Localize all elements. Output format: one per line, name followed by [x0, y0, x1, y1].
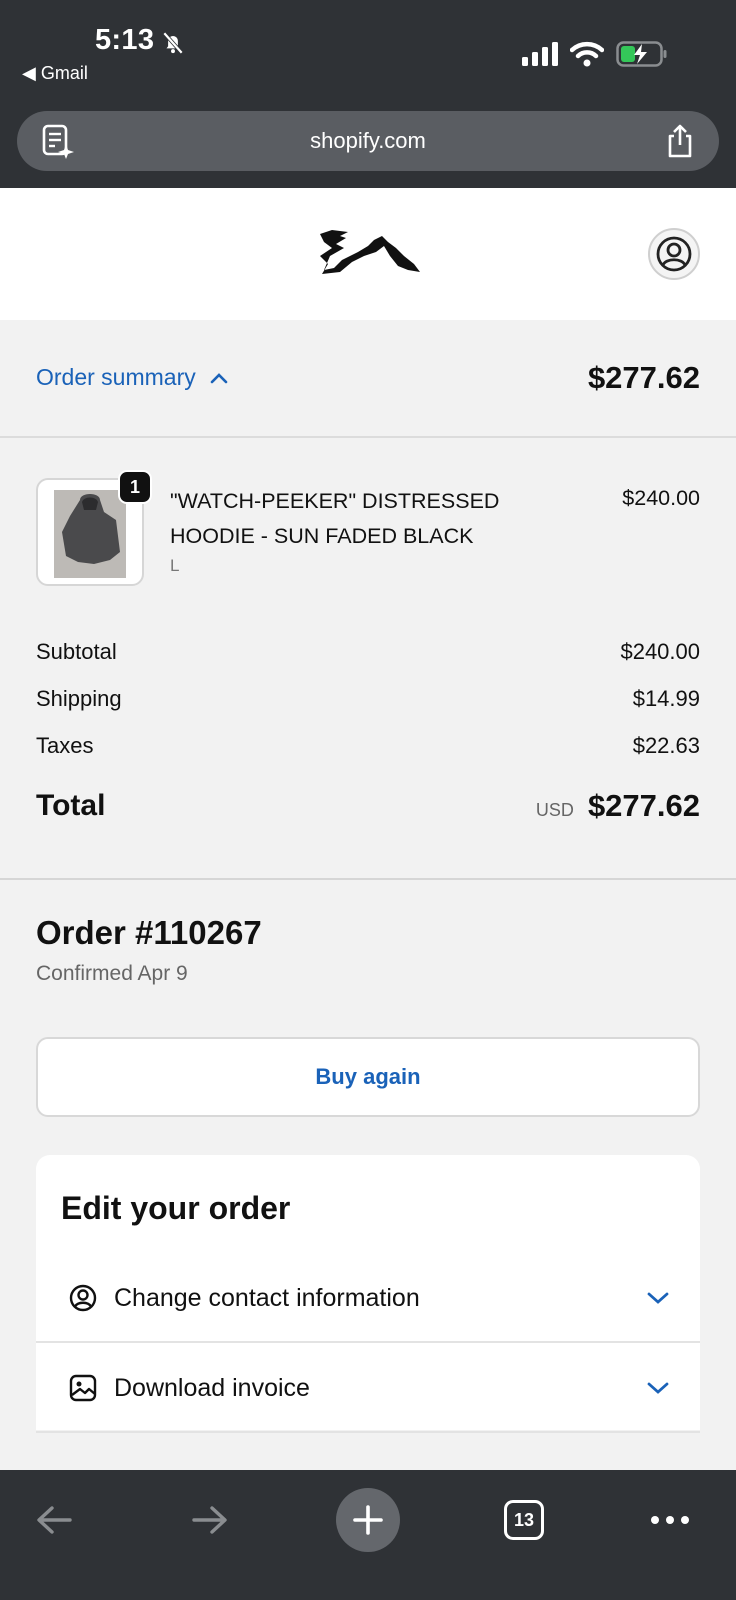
more-button[interactable] [640, 1490, 700, 1550]
image-icon [69, 1374, 97, 1402]
product-title: "WATCH-PEEKER" DISTRESSED HOODIE - SUN F… [170, 489, 500, 548]
forward-button[interactable] [180, 1490, 240, 1550]
total-value: $277.62 [587, 788, 700, 823]
quantity-badge: 1 [118, 470, 152, 504]
account-icon [656, 236, 692, 272]
shipping-label: Shipping [36, 685, 122, 711]
download-invoice-row[interactable]: Download invoice [36, 1345, 700, 1433]
arrow-left-icon [37, 1506, 72, 1534]
order-number: Order #110267 [36, 914, 262, 951]
browser-chrome: 5:13 ◀ Gmail shopify.com [0, 0, 736, 188]
taxes-value: $22.63 [632, 732, 700, 758]
product-variant: L [170, 556, 180, 575]
wifi-icon [570, 41, 604, 67]
chevron-down-icon [647, 1382, 669, 1394]
product-image [54, 490, 126, 578]
order-summary-header: Order summary $277.62 [0, 320, 736, 438]
battery-charging-icon [616, 41, 667, 67]
plus-icon [353, 1505, 383, 1535]
browser-toolbar: 13 [0, 1470, 736, 1600]
shipping-row: Shipping $14.99 [36, 675, 700, 722]
edit-order-title: Edit your order [61, 1190, 291, 1226]
chevron-down-icon [647, 1292, 669, 1304]
status-time: 5:13 [95, 24, 155, 56]
back-to-app-link[interactable]: ◀ Gmail [22, 63, 88, 84]
silent-bell-icon [162, 31, 184, 55]
user-circle-icon [69, 1284, 97, 1312]
edit-order-card: Edit your order Change contact informati… [36, 1155, 700, 1433]
change-contact-information-row[interactable]: Change contact information [36, 1255, 700, 1343]
cellular-signal-icon [522, 42, 558, 66]
chevron-up-icon [210, 372, 228, 383]
subtotal-row: Subtotal $240.00 [36, 628, 700, 675]
store-header [0, 188, 736, 320]
cost-breakdown: Subtotal $240.00 Shipping $14.99 Taxes $… [36, 628, 700, 769]
currency-code: USD [535, 800, 574, 820]
product-price: $240.00 [622, 486, 700, 510]
line-item: 1 "WATCH-PEEKER" DISTRESSED HOODIE - SUN… [0, 470, 736, 590]
tab-count: 13 [504, 1500, 544, 1540]
share-icon[interactable] [665, 123, 695, 159]
section-divider [0, 878, 736, 880]
new-tab-button[interactable] [336, 1488, 400, 1552]
taxes-label: Taxes [36, 732, 94, 758]
order-confirmed-date: Confirmed Apr 9 [36, 962, 188, 985]
arrow-right-icon [192, 1506, 227, 1534]
order-summary-label: Order summary [36, 364, 196, 390]
subtotal-value: $240.00 [620, 638, 700, 664]
url-text: shopify.com [310, 128, 426, 153]
buy-again-button[interactable]: Buy again [36, 1037, 700, 1117]
total-label: Total [36, 789, 106, 822]
download-invoice-label: Download invoice [114, 1373, 310, 1402]
account-button[interactable] [648, 228, 700, 280]
taxes-row: Taxes $22.63 [36, 722, 700, 769]
address-bar[interactable]: shopify.com [17, 111, 719, 171]
back-button[interactable] [24, 1490, 84, 1550]
total-row: Total USD $277.62 [36, 788, 700, 824]
shipping-value: $14.99 [632, 685, 700, 711]
subtotal-label: Subtotal [36, 638, 117, 664]
tabs-button[interactable]: 13 [494, 1490, 554, 1550]
order-summary-total: $277.62 [587, 360, 700, 395]
change-contact-information-label: Change contact information [114, 1283, 420, 1312]
store-logo-icon[interactable] [318, 226, 422, 276]
order-summary-toggle[interactable]: Order summary [36, 364, 228, 391]
more-dots-icon [651, 1516, 689, 1524]
